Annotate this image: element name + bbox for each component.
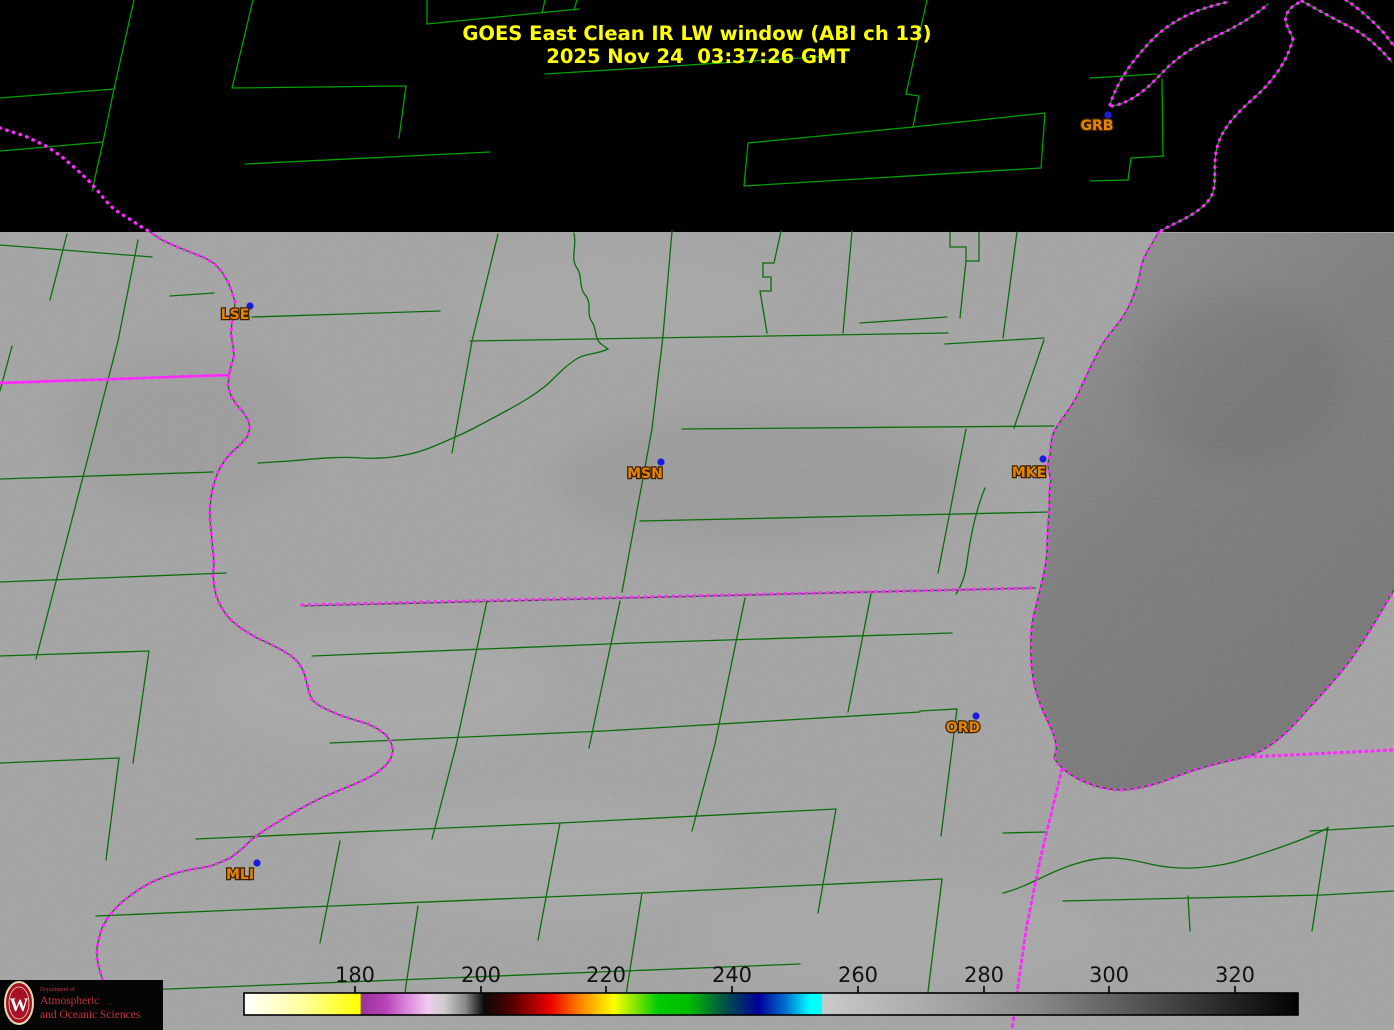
logo-name-line1: Atmospheric xyxy=(40,995,99,1007)
colorbar-tick-label: 280 xyxy=(964,963,1004,987)
logo-department-line: Department of xyxy=(40,986,75,993)
goes-ir-satellite-image: GRB LSE MSN MKE ORD MLI GOES East Clean … xyxy=(0,0,1394,1030)
satellite-image-viewport[interactable]: GRB LSE MSN MKE ORD MLI GOES East Clean … xyxy=(0,0,1394,1030)
sensor-grain xyxy=(0,232,1394,1030)
crest-monogram: W xyxy=(10,995,29,1016)
station-label-lse: LSE xyxy=(221,307,250,323)
page-title: GOES East Clean IR LW window (ABI ch 13) xyxy=(462,22,931,45)
timestamp: 2025 Nov 24 03:37:26 GMT xyxy=(546,45,850,68)
station-label-mke: MKE xyxy=(1012,465,1046,481)
station-dot-msn xyxy=(657,458,665,466)
colorbar-tick-label: 300 xyxy=(1089,963,1129,987)
colorbar-tick-label: 320 xyxy=(1215,963,1255,987)
colorbar-tick-label: 200 xyxy=(461,963,501,987)
uw-crest-icon: W xyxy=(4,981,34,1025)
colorbar-tick-label: 180 xyxy=(335,963,375,987)
uw-aos-logo: W Department of Atmospheric and Oceanic … xyxy=(0,980,163,1030)
colorbar-gradient xyxy=(243,992,1299,1016)
colorbar-tick-label: 220 xyxy=(586,963,626,987)
logo-name-line2: and Oceanic Sciences xyxy=(40,1009,141,1021)
station-label-grb: GRB xyxy=(1081,118,1114,134)
colorbar-tick-label: 260 xyxy=(838,963,878,987)
station-dot-mli xyxy=(253,859,261,867)
colorbar-tick-label: 240 xyxy=(712,963,752,987)
station-dot-ord xyxy=(972,712,980,720)
station-label-msn: MSN xyxy=(627,466,663,482)
station-label-ord: ORD xyxy=(946,720,980,736)
station-dot-mke xyxy=(1039,455,1047,463)
station-label-mli: MLI xyxy=(226,867,254,883)
